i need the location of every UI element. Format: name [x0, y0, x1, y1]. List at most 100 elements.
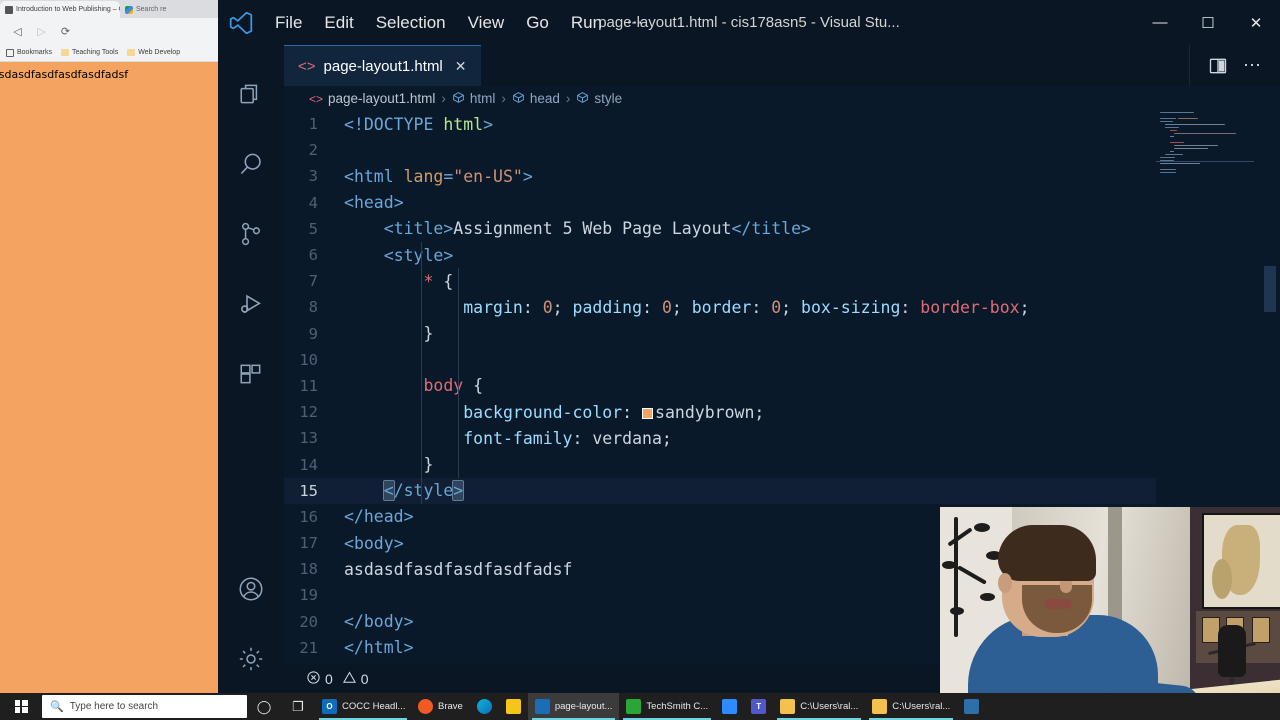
teams-icon: T [751, 699, 767, 714]
code-line-text: </style> [382, 480, 465, 502]
code-line[interactable]: 9 } [284, 321, 1280, 347]
explorer-icon[interactable] [218, 59, 284, 129]
code-line[interactable]: 10 [284, 347, 1280, 373]
code-line[interactable]: 3 <html lang="en-US"> [284, 163, 1280, 189]
line-number: 20 [299, 612, 318, 631]
breadcrumb-item-file[interactable]: <> page-layout1.html [309, 91, 435, 106]
taskbar-app-explorer-2[interactable]: C:\Users\ral... [865, 693, 957, 720]
taskbar-app-edge[interactable] [470, 693, 499, 720]
close-button[interactable]: ✕ [1232, 0, 1280, 45]
close-icon[interactable]: ✕ [455, 58, 467, 75]
code-line[interactable]: 5 <title>Assignment 5 Web Page Layout</t… [284, 216, 1280, 242]
menu-selection[interactable]: Selection [365, 9, 457, 37]
code-line-text: <!DOCTYPE html> [344, 114, 494, 134]
split-editor-icon[interactable] [1204, 52, 1232, 80]
edge-icon [476, 699, 492, 714]
menu-edit[interactable]: Edit [313, 9, 364, 37]
taskbar-app-explorer-1[interactable]: C:\Users\ral... [773, 693, 865, 720]
code-line[interactable]: 4 <head> [284, 190, 1280, 216]
taskbar-app-label: Brave [438, 701, 463, 712]
line-number: 8 [308, 298, 318, 317]
menu-go[interactable]: Go [515, 9, 560, 37]
search-input[interactable]: 🔍 Type here to search [42, 695, 247, 718]
taskbar-app-brave[interactable]: Brave [411, 693, 470, 720]
start-button[interactable] [0, 693, 42, 720]
error-circle-icon [306, 670, 321, 688]
presenter-mouth [1044, 599, 1072, 609]
more-actions-icon[interactable]: ⋯ [1238, 52, 1266, 80]
run-debug-icon[interactable] [218, 269, 284, 339]
brave-icon [418, 699, 433, 714]
taskbar-app-misc[interactable] [957, 693, 986, 720]
code-line-text: <head> [344, 193, 404, 213]
breadcrumb-item-head[interactable]: head [512, 91, 560, 107]
code-line[interactable]: 1 <!DOCTYPE html> [284, 111, 1280, 137]
menu-run[interactable]: Run [560, 9, 613, 37]
color-swatch-sandybrown[interactable] [642, 407, 654, 419]
taskbar-app-teams[interactable]: T [744, 693, 773, 720]
back-button[interactable]: ◁ [10, 24, 25, 39]
line-number: 2 [308, 141, 318, 160]
extensions-icon[interactable] [218, 339, 284, 409]
reload-button[interactable]: ⟳ [58, 24, 73, 39]
line-number: 15 [299, 481, 318, 500]
bookmark-item-teaching-tools[interactable]: Teaching Tools [61, 49, 118, 56]
breadcrumb-item-html[interactable]: html [452, 91, 495, 107]
taskbar-app-techsmith[interactable]: TechSmith C... [619, 693, 715, 720]
menu-more-icon[interactable]: ⋯ [613, 9, 657, 37]
taskbar-app-vscode[interactable]: page-layout... [527, 693, 620, 720]
taskbar-app-outlook[interactable]: O COCC Headl... [315, 693, 411, 720]
status-problems[interactable]: 0 0 [306, 670, 369, 688]
source-control-icon[interactable] [218, 199, 284, 269]
code-line-text: } [423, 324, 434, 344]
google-drive-icon [125, 5, 133, 14]
symbol-field-icon [576, 91, 589, 107]
cortana-icon[interactable]: ◯ [247, 693, 281, 720]
code-line[interactable]: 6 <style> [284, 242, 1280, 268]
code-line[interactable]: 2 [284, 137, 1280, 163]
breadcrumb-item-style[interactable]: style [576, 91, 622, 107]
minimap-line [1156, 171, 1254, 174]
warning-count: 0 [360, 671, 369, 687]
code-line[interactable]: 8 margin: 0; padding: 0; border: 0; box-… [284, 294, 1280, 320]
code-line[interactable]: 14 } [284, 451, 1280, 477]
bookmark-label: Web Develop [138, 49, 181, 56]
menu-view[interactable]: View [457, 9, 516, 37]
minimize-button[interactable]: — [1136, 0, 1184, 45]
code-line[interactable]: 13 font-family: verdana; [284, 425, 1280, 451]
browser-window[interactable]: Introduction to Web Publishing – C Searc… [0, 0, 230, 700]
taskbar-app-label: page-layout... [554, 701, 613, 712]
menu-file[interactable]: File [264, 9, 313, 37]
settings-gear-icon[interactable] [218, 624, 284, 694]
code-line[interactable]: 11 body { [284, 373, 1280, 399]
bookmark-item-web-development[interactable]: Web Develop [127, 49, 180, 56]
bookmark-item-bookmarks[interactable]: Bookmarks [6, 48, 52, 57]
folder-icon [61, 49, 70, 56]
microphone [1218, 625, 1246, 677]
scrollbar-thumb[interactable] [1264, 266, 1276, 312]
minimap-slider[interactable] [1156, 161, 1254, 162]
code-line[interactable]: 12 background-color: sandybrown; [284, 399, 1280, 425]
line-number: 18 [299, 560, 318, 579]
taskbar-app-snagit[interactable] [499, 693, 528, 720]
task-view-icon[interactable]: ❐ [281, 693, 315, 720]
taskbar-app-zoom[interactable] [715, 693, 744, 720]
forward-button[interactable]: ▷ [34, 24, 49, 39]
browser-tab-inactive[interactable]: Search re [120, 1, 215, 18]
search-icon[interactable] [218, 129, 284, 199]
line-number: 7 [308, 272, 318, 291]
code-line[interactable]: 7 * { [284, 268, 1280, 294]
code-line-active[interactable]: 15 </style> [284, 477, 1280, 504]
code-line-text: </html> [344, 638, 414, 658]
breadcrumb-separator: › [501, 91, 506, 106]
account-icon[interactable] [218, 554, 284, 624]
zoom-icon [722, 699, 738, 714]
editor-tab-page-layout1[interactable]: <> page-layout1.html ✕ [284, 45, 481, 86]
code-line-text: margin: 0; padding: 0; border: 0; box-si… [463, 297, 1030, 317]
maximize-button[interactable]: ☐ [1184, 0, 1232, 45]
taskbar-app-label: TechSmith C... [646, 701, 709, 712]
browser-tab-active[interactable]: Introduction to Web Publishing – C [0, 1, 120, 18]
bookmark-label: Teaching Tools [72, 49, 119, 56]
page-icon [5, 5, 13, 14]
line-number: 4 [308, 193, 318, 212]
